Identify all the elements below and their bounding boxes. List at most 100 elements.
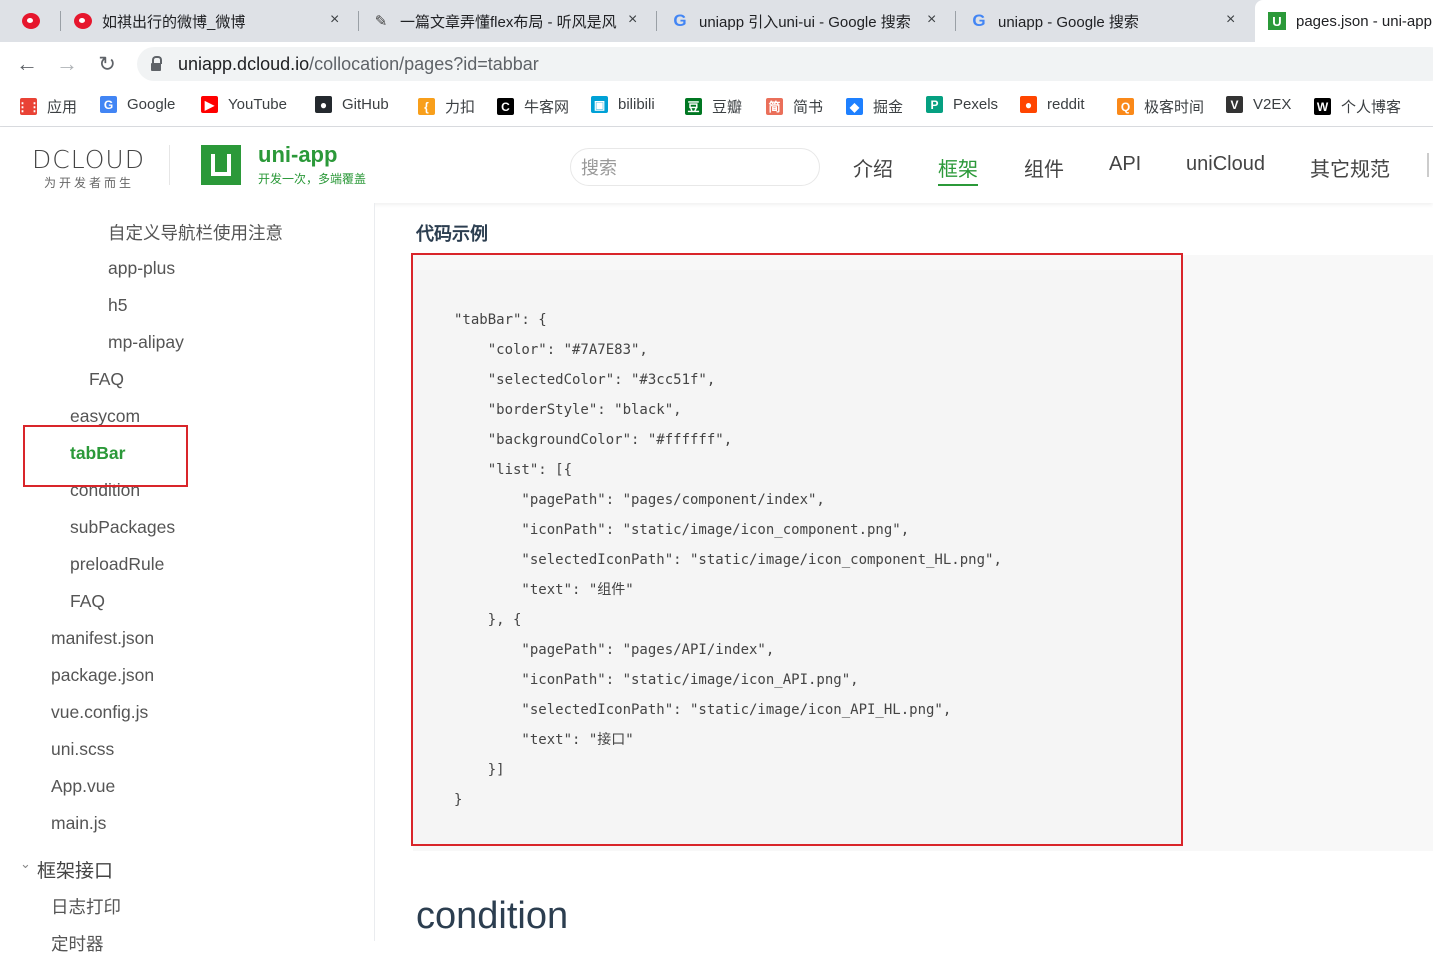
- url-path: /collocation/pages?id=tabbar: [309, 53, 539, 74]
- pexels-icon: P: [926, 96, 943, 113]
- back-arrow-icon[interactable]: ←: [14, 51, 40, 77]
- lock-icon: [151, 56, 162, 71]
- sidebar-item-preloadrule[interactable]: preloadRule: [70, 554, 164, 575]
- reload-icon[interactable]: ↻: [94, 51, 120, 77]
- sidebar-item-easycom[interactable]: easycom: [70, 406, 140, 427]
- bookmark-label: 掘金: [873, 99, 904, 116]
- nav-api[interactable]: API: [1109, 153, 1141, 176]
- sidebar-item-package-json[interactable]: package.json: [51, 665, 154, 686]
- weibo-icon: [22, 12, 40, 30]
- bookmark-label: 豆瓣: [712, 99, 743, 116]
- nowcoder-icon: C: [497, 98, 514, 115]
- weibo-icon: [74, 12, 92, 30]
- highlight-box: [411, 253, 1183, 846]
- bookmark-label: 应用: [47, 99, 78, 116]
- sidebar-item-uni-scss[interactable]: uni.scss: [51, 739, 114, 760]
- sidebar-item-app-vue[interactable]: App.vue: [51, 776, 115, 797]
- jianshu-icon: 简: [766, 98, 783, 115]
- bookmark-item[interactable]: ⋮⋮ 应用: [17, 96, 78, 117]
- sidebar-item-main-js[interactable]: main.js: [51, 813, 106, 834]
- bookmark-item[interactable]: G Google: [100, 96, 175, 113]
- nav-intro[interactable]: 介绍: [853, 153, 893, 182]
- bilibili-icon: ▣: [591, 96, 608, 113]
- bookmark-label: Google: [127, 96, 176, 113]
- sidebar-item-timer[interactable]: 定时器: [51, 931, 104, 956]
- nav-other-specs[interactable]: 其它规范: [1310, 153, 1390, 182]
- tab-title: uniapp 引入uni-ui - Google 搜索: [699, 13, 911, 31]
- tab-title: uniapp - Google 搜索: [998, 13, 1139, 31]
- bookmark-label: Pexels: [953, 96, 999, 113]
- product-tagline: 开发一次，多端覆盖: [258, 172, 367, 186]
- bookmark-item[interactable]: { 力扣: [418, 96, 475, 117]
- google-icon: G: [972, 11, 986, 30]
- tab-title: 一篇文章弄懂flex布局 - 听风是风: [400, 13, 617, 31]
- bookmark-label: V2EX: [1253, 96, 1292, 113]
- close-icon[interactable]: ×: [1226, 11, 1235, 29]
- brand-tagline: 为开发者而生: [44, 176, 135, 190]
- address-bar[interactable]: uniapp.dcloud.io/collocation/pages?id=ta…: [137, 47, 1433, 81]
- sidebar-item-h5[interactable]: h5: [108, 295, 127, 316]
- sidebar-group-framework-api[interactable]: 框架接口: [37, 856, 113, 883]
- bookmark-item[interactable]: ▣ bilibili: [591, 96, 655, 113]
- sidebar-item-faq[interactable]: FAQ: [89, 369, 124, 390]
- product-name[interactable]: uni-app: [258, 142, 337, 168]
- site-header: DCLOUD 为开发者而生 uni-app 开发一次，多端覆盖 搜索 介绍 框架…: [0, 127, 1433, 203]
- tab-google-uniapp[interactable]: G uniapp - Google 搜索 ×: [970, 0, 1250, 42]
- sidebar-item-manifest-json[interactable]: manifest.json: [51, 628, 154, 649]
- bookmark-item[interactable]: V V2EX: [1226, 96, 1291, 113]
- bookmark-item[interactable]: C 牛客网: [497, 96, 569, 117]
- nav-divider: [1427, 153, 1429, 177]
- sidebar-item-faq[interactable]: FAQ: [70, 591, 105, 612]
- tab-pages-json[interactable]: U pages.json - uni-app: [1255, 0, 1433, 42]
- bookmark-item[interactable]: ● GitHub: [315, 96, 389, 113]
- reddit-icon: ●: [1020, 96, 1037, 113]
- blog-icon: W: [1314, 98, 1331, 115]
- tab-separator: [955, 11, 956, 31]
- nav-components[interactable]: 组件: [1024, 153, 1064, 182]
- tab-pinned-weibo[interactable]: [22, 0, 52, 42]
- sidebar-item-mp-alipay[interactable]: mp-alipay: [108, 332, 184, 353]
- brand-word: DCLOUD: [32, 145, 145, 174]
- tab-flex-article[interactable]: ✎ 一篇文章弄懂flex布局 - 听风是风 ×: [372, 0, 652, 42]
- chevron-down-icon[interactable]: ⌄: [20, 856, 31, 872]
- tab-title: 如祺出行的微博_微博: [102, 13, 246, 31]
- highlight-box: [23, 425, 188, 487]
- sidebar-item-vue-config[interactable]: vue.config.js: [51, 702, 148, 723]
- github-icon: ●: [315, 96, 332, 113]
- sidebar-item-custom-nav-notes[interactable]: 自定义导航栏使用注意: [108, 220, 283, 245]
- bookmark-label: YouTube: [228, 96, 287, 113]
- nav-unicloud[interactable]: uniCloud: [1186, 153, 1265, 176]
- url-host: uniapp.dcloud.io: [178, 53, 310, 74]
- leetcode-icon: {: [418, 98, 435, 115]
- bookmark-item[interactable]: W 个人博客: [1314, 96, 1401, 117]
- bookmark-label: 力扣: [445, 99, 476, 116]
- bookmark-item[interactable]: 豆豆瓣: [685, 96, 742, 117]
- sidebar-item-app-plus[interactable]: app-plus: [108, 258, 175, 279]
- v2ex-icon: V: [1226, 96, 1243, 113]
- bookmark-item[interactable]: ● reddit: [1020, 96, 1085, 113]
- url-text: uniapp.dcloud.io/collocation/pages?id=ta…: [178, 54, 539, 75]
- bookmarks-bar: ⋮⋮ 应用 G Google ▶ YouTube ● GitHub { 力扣 C 牛客网 ▣ bilibi…: [0, 86, 1433, 127]
- close-icon[interactable]: ×: [927, 11, 936, 29]
- search-input[interactable]: 搜索: [570, 148, 820, 186]
- close-icon[interactable]: ×: [628, 11, 637, 29]
- bookmark-label: GitHub: [342, 96, 389, 113]
- bookmark-item[interactable]: 简简书: [766, 96, 823, 117]
- sidebar-item-logging[interactable]: 日志打印: [51, 894, 121, 919]
- bookmark-item[interactable]: P Pexels: [926, 96, 998, 113]
- bookmark-label: 极客时间: [1144, 99, 1205, 116]
- forward-arrow-icon[interactable]: →: [54, 51, 80, 77]
- bookmark-item[interactable]: ◆ 掘金: [846, 96, 903, 117]
- dcloud-logo[interactable]: DCLOUD 为开发者而生: [32, 145, 145, 191]
- sidebar-item-subpackages[interactable]: subPackages: [70, 517, 175, 538]
- tab-google-uni-ui[interactable]: G uniapp 引入uni-ui - Google 搜索 ×: [671, 0, 951, 42]
- bookmark-item[interactable]: ▶ YouTube: [201, 96, 287, 113]
- tab-title: pages.json - uni-app: [1296, 12, 1432, 30]
- nav-framework[interactable]: 框架: [938, 153, 978, 186]
- close-icon[interactable]: ×: [330, 11, 339, 29]
- uniapp-logo-icon[interactable]: [201, 145, 241, 185]
- tab-weibo[interactable]: 如祺出行的微博_微博 ×: [74, 0, 354, 42]
- uniapp-icon: U: [1268, 12, 1286, 30]
- bookmark-item[interactable]: Q 极客时间: [1117, 96, 1204, 117]
- tab-separator: [60, 11, 61, 31]
